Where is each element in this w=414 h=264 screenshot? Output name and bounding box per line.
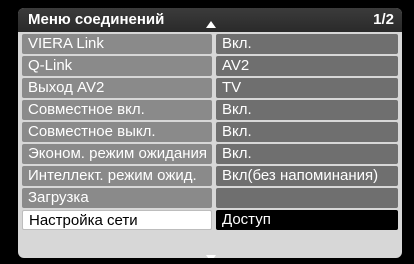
menu-item-value[interactable]: Вкл.: [216, 144, 398, 164]
menu-item-power-off-link[interactable]: Совместное выкл. Вкл.: [22, 122, 398, 142]
menu-header: Меню соединений 1/2: [18, 8, 402, 32]
menu-item-value[interactable]: Доступ: [216, 210, 398, 230]
menu-item-label: Интеллект. режим ожид.: [22, 166, 212, 186]
menu-list: VIERA Link Вкл. Q-Link AV2 Выход AV2 TV …: [22, 34, 398, 232]
menu-item-label: Настройка сети: [22, 210, 212, 230]
menu-item-label: VIERA Link: [22, 34, 212, 54]
menu-item-label: Загрузка: [22, 188, 212, 208]
menu-item-label: Выход AV2: [22, 78, 212, 98]
menu-item-label: Эконом. режим ожидания: [22, 144, 212, 164]
scroll-up-icon[interactable]: [206, 21, 216, 28]
menu-item-value[interactable]: Вкл(без напоминания): [216, 166, 398, 186]
menu-item-q-link[interactable]: Q-Link AV2: [22, 56, 398, 76]
menu-title: Меню соединений: [28, 11, 165, 28]
menu-item-av2-output[interactable]: Выход AV2 TV: [22, 78, 398, 98]
menu-item-value[interactable]: Вкл.: [216, 100, 398, 120]
menu-item-value[interactable]: Вкл.: [216, 122, 398, 142]
tv-screen: Меню соединений 1/2 VIERA Link Вкл. Q-Li…: [0, 0, 414, 264]
menu-item-label: Совместное выкл.: [22, 122, 212, 142]
menu-item-viera-link[interactable]: VIERA Link Вкл.: [22, 34, 398, 54]
menu-item-download[interactable]: Загрузка: [22, 188, 398, 208]
menu-item-intelligent-standby[interactable]: Интеллект. режим ожид. Вкл(без напоминан…: [22, 166, 398, 186]
menu-item-network-setup[interactable]: Настройка сети Доступ: [22, 210, 398, 230]
menu-item-value[interactable]: TV: [216, 78, 398, 98]
menu-item-label: Q-Link: [22, 56, 212, 76]
menu-item-power-on-link[interactable]: Совместное вкл. Вкл.: [22, 100, 398, 120]
menu-item-value[interactable]: AV2: [216, 56, 398, 76]
menu-item-label: Совместное вкл.: [22, 100, 212, 120]
menu-item-value[interactable]: Вкл.: [216, 34, 398, 54]
connection-menu: Меню соединений 1/2 VIERA Link Вкл. Q-Li…: [18, 8, 402, 258]
scroll-down-icon[interactable]: [206, 255, 216, 258]
menu-item-value[interactable]: [216, 188, 398, 208]
menu-item-eco-standby[interactable]: Эконом. режим ожидания Вкл.: [22, 144, 398, 164]
page-indicator: 1/2: [373, 11, 394, 28]
